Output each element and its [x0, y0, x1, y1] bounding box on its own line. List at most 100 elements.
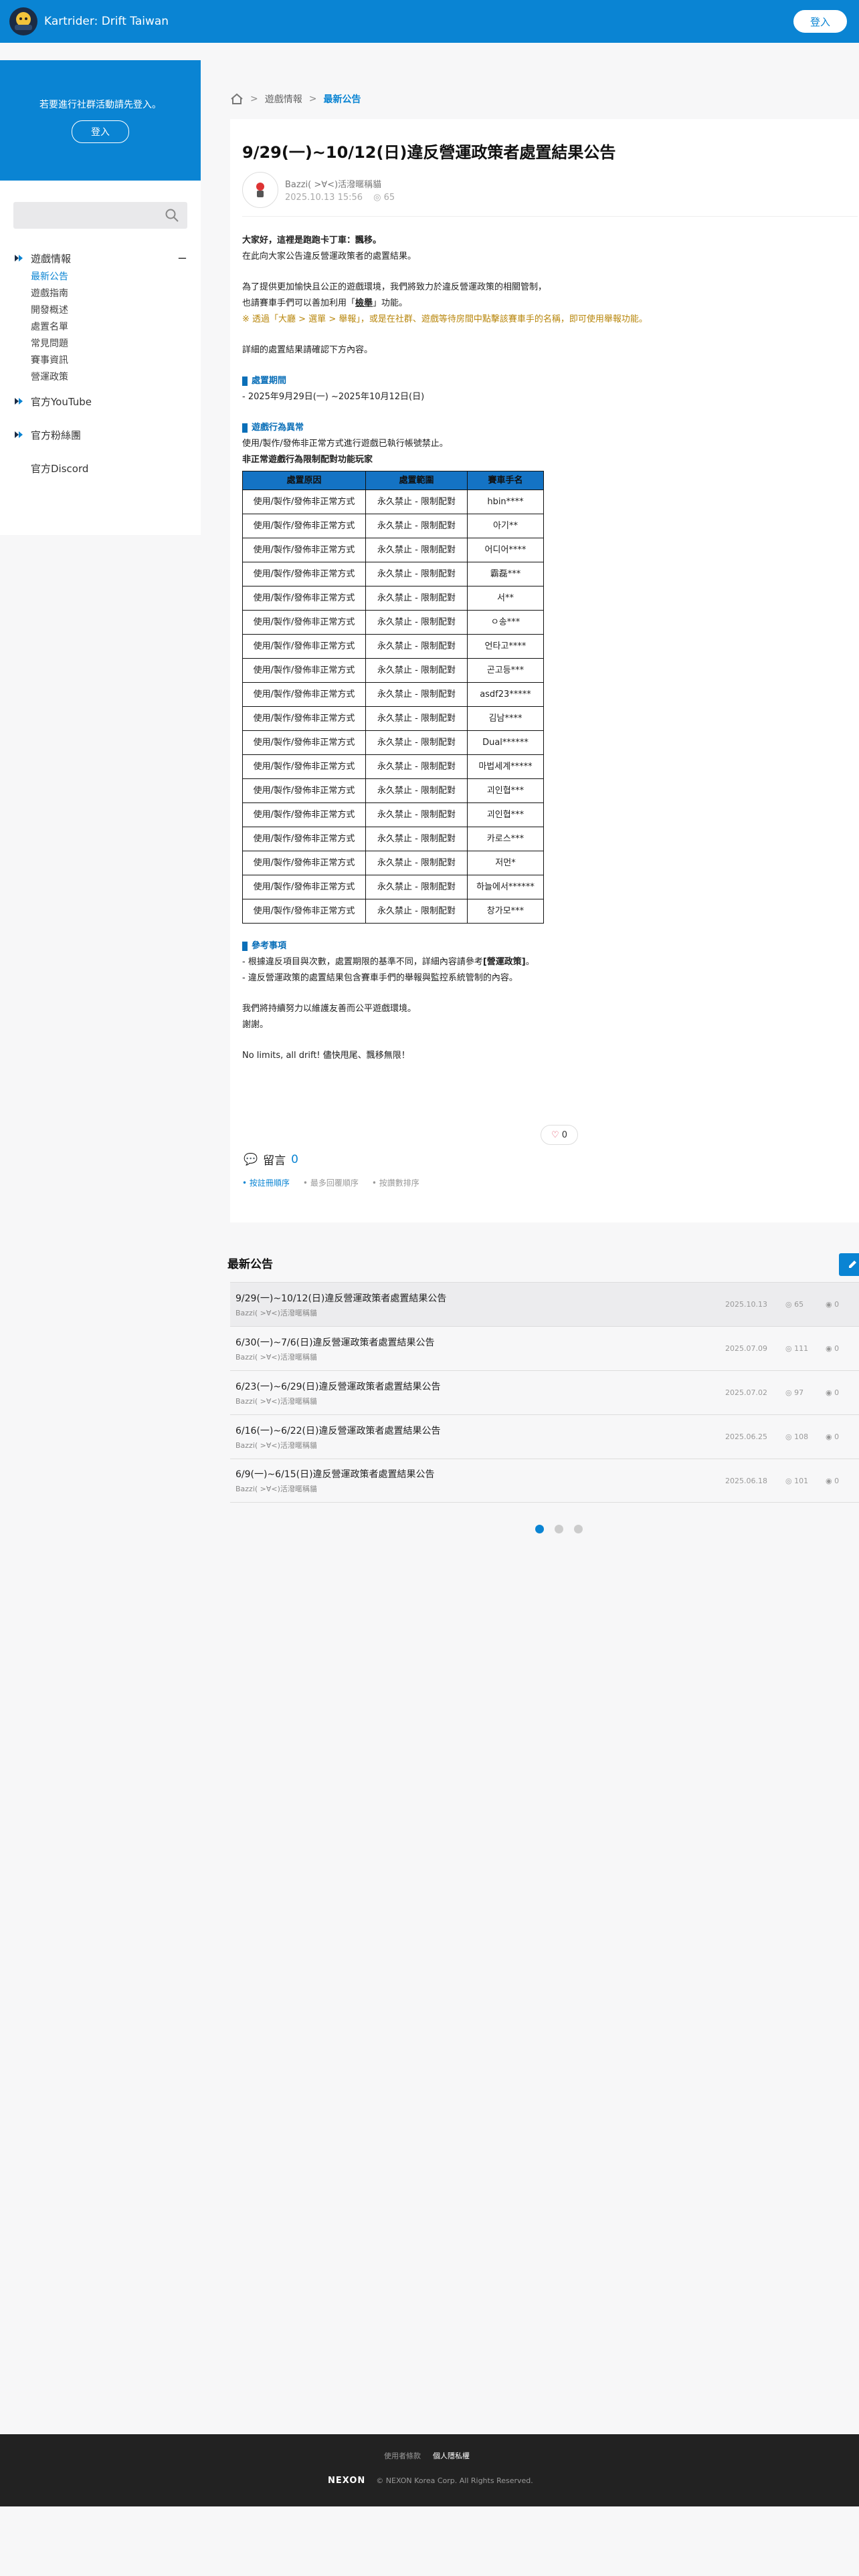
eye-icon: ◎: [785, 1300, 795, 1309]
racer-name-cell: 괴인협***: [467, 778, 544, 803]
search-input[interactable]: [13, 202, 187, 229]
avatar[interactable]: [242, 172, 278, 208]
table-row: 使用/製作/發佈非正常方式 永久禁止 - 限制配對 카로스***: [242, 827, 544, 851]
sidebar-login-button[interactable]: 登入: [72, 120, 129, 143]
racer-name-cell: 카로스***: [467, 827, 544, 851]
sort-by-replies[interactable]: • 最多回覆順序: [303, 1177, 359, 1188]
breadcrumb-level1[interactable]: 遊戲情報: [265, 92, 302, 106]
post-date: 2025.10.13 15:56: [285, 193, 363, 203]
list-item[interactable]: 9/29(一)~10/12(日)違反營運政策者處置結果公告 Bazzi( >∀<)…: [230, 1282, 859, 1326]
sidebar: 若要進行社群活動請先登入。 登入 遊戲情報 − 最新公告 遊戲指南 開發概述 處…: [0, 60, 201, 535]
scope-cell: 永久禁止 - 限制配對: [365, 490, 468, 514]
article: 9/29(一)~10/12(日)違反營運政策者處置結果公告 Bazzi( >∀<…: [230, 119, 859, 1222]
top-bar: Kartrider: Drift Taiwan 登入: [0, 0, 859, 43]
scope-cell: 永久禁止 - 限制配對: [365, 706, 468, 731]
table-row: 使用/製作/發佈非正常方式 永久禁止 - 限制配對 창가모***: [242, 899, 544, 924]
sort-label: 按讚數排序: [379, 1178, 419, 1188]
paragraph: 詳細的處置結果請確認下方內容。: [242, 345, 373, 355]
footer-links: 使用者條款 個人隱私權: [384, 2450, 482, 2461]
sidebar-item-discord[interactable]: 官方Discord: [0, 451, 201, 485]
scope-cell: 永久禁止 - 限制配對: [365, 875, 468, 899]
terms-link[interactable]: 使用者條款: [384, 2450, 421, 2461]
reason-cell: 使用/製作/發佈非正常方式: [242, 658, 366, 683]
text: 」功能。: [373, 298, 408, 308]
sidebar-item-game-guide[interactable]: 遊戲指南: [31, 284, 187, 301]
reason-cell: 使用/製作/發佈非正常方式: [242, 586, 366, 611]
list-item[interactable]: 6/30(一)~7/6(日)違反營運政策者處置結果公告 Bazzi( >∀<)活潑…: [230, 1326, 859, 1370]
scope-cell: 永久禁止 - 限制配對: [365, 634, 468, 659]
eye-icon: ◎: [785, 1344, 795, 1353]
comment-count: 0: [834, 1476, 840, 1485]
eye-icon: ◎: [785, 1388, 795, 1397]
article-body: 大家好，這裡是跑跑卡丁車：飄移。 在此向大家公告違反營運政策者的處置結果。 為了…: [242, 233, 847, 1064]
section-title: 遊戲行為異常: [242, 420, 847, 436]
latest-section-title: 最新公告: [227, 1258, 273, 1271]
racer-name-cell: 아기**: [467, 514, 544, 538]
list-item-comments: ◉ 0: [826, 1432, 839, 1441]
paragraph: 謝謝。: [242, 1020, 269, 1030]
post-meta: 2025.10.13 15:56 ◎ 65: [285, 193, 395, 203]
list-item-date: 2025.10.13: [725, 1300, 767, 1309]
breadcrumb: > 遊戲情報 > 最新公告: [230, 92, 361, 106]
page-dot[interactable]: [555, 1525, 563, 1533]
site-logo[interactable]: [9, 7, 37, 35]
sort-by-likes[interactable]: • 按讚數排序: [372, 1177, 419, 1188]
list-item[interactable]: 6/23(一)~6/29(日)違反營運政策者處置結果公告 Bazzi( >∀<)活…: [230, 1370, 859, 1414]
table-row: 使用/製作/發佈非正常方式 永久禁止 - 限制配對 Dual******: [242, 730, 544, 755]
sidebar-item-policy[interactable]: 營運政策: [31, 368, 187, 385]
sidebar-item-sanction-list[interactable]: 處置名單: [31, 318, 187, 334]
login-prompt: 若要進行社群活動請先登入。: [39, 100, 161, 110]
login-button[interactable]: 登入: [793, 10, 847, 33]
racer-name-cell: 곤고등***: [467, 658, 544, 683]
list-item[interactable]: 6/16(一)~6/22(日)違反營運政策者處置結果公告 Bazzi( >∀<)活…: [230, 1414, 859, 1459]
sidebar-item-tournament[interactable]: 賽事資訊: [31, 351, 187, 368]
nexon-logo[interactable]: NEXON: [328, 2476, 365, 2486]
view-count: 65: [794, 1300, 804, 1309]
list-item-date: 2025.07.09: [725, 1344, 767, 1353]
racer-name-cell: 마법세계*****: [467, 754, 544, 779]
nav-group-header[interactable]: 遊戲情報 −: [13, 249, 187, 267]
report-note: ※ 透過「大廳 > 選單 > 舉報」，或是在社群、遊戲等待房間中點擊該賽車手的名…: [242, 314, 648, 324]
comment-header: 💬 留言 0: [244, 1151, 298, 1168]
racer-name-cell: hbin****: [467, 490, 544, 514]
sidebar-item-latest-news[interactable]: 最新公告: [31, 267, 187, 284]
collapse-icon[interactable]: −: [177, 251, 187, 265]
paragraph: 我們將持續努力以維護友善而公平遊戲環境。: [242, 1004, 417, 1014]
list-item-views: ◎ 65: [785, 1300, 803, 1309]
reason-cell: 使用/製作/發佈非正常方式: [242, 754, 366, 779]
reason-cell: 使用/製作/發佈非正常方式: [242, 634, 366, 659]
racer-name-cell: 저먼*: [467, 851, 544, 875]
page-dot[interactable]: [535, 1525, 544, 1533]
breadcrumb-current[interactable]: 最新公告: [323, 92, 361, 106]
policy-link[interactable]: [營運政策]: [483, 957, 526, 967]
sidebar-item-fanpage[interactable]: 官方粉絲團: [0, 418, 201, 451]
privacy-link[interactable]: 個人隱私權: [433, 2450, 470, 2461]
site-title[interactable]: Kartrider: Drift Taiwan: [44, 15, 169, 28]
table-row: 使用/製作/發佈非正常方式 永久禁止 - 限制配對 霸磊***: [242, 562, 544, 586]
page-dot[interactable]: [574, 1525, 583, 1533]
period-text: - 2025年9月29日(一) ~2025年10月12日(日): [242, 392, 425, 402]
sidebar-item-youtube[interactable]: 官方YouTube: [0, 385, 201, 418]
paragraph: 也請賽車手們可以善加利用「檢舉」功能。: [242, 296, 847, 312]
author-name[interactable]: Bazzi( >∀<)活潑暱稱貓: [285, 177, 395, 190]
table-row: 使用/製作/發佈非正常方式 永久禁止 - 限制配對 어디어****: [242, 538, 544, 562]
reason-cell: 使用/製作/發佈非正常方式: [242, 802, 366, 827]
section-subtitle: 非正常遊戲行為限制配對功能玩家: [242, 455, 373, 465]
home-icon[interactable]: [230, 93, 244, 105]
write-button[interactable]: [839, 1253, 859, 1276]
sort-by-register[interactable]: • 按註冊順序: [242, 1177, 290, 1188]
table-row: 使用/製作/發佈非正常方式 永久禁止 - 限制配對 hbin****: [242, 490, 544, 514]
section-desc: 使用/製作/發佈非正常方式進行遊戲已執行帳號禁止。: [242, 439, 448, 449]
report-link[interactable]: 檢舉: [355, 298, 373, 308]
text: 也請賽車手們可以善加利用「: [242, 298, 356, 308]
text: - 根據違反項目與次數，處置期限的基準不同，詳細內容請參考: [242, 957, 483, 967]
reason-cell: 使用/製作/發佈非正常方式: [242, 778, 366, 803]
search-icon[interactable]: [165, 208, 179, 223]
sidebar-item-dev-overview[interactable]: 開發概述: [31, 301, 187, 318]
list-item[interactable]: 6/9(一)~6/15(日)違反營運政策者處置結果公告 Bazzi( >∀<)活潑…: [230, 1459, 859, 1503]
comment-icon: ◉: [826, 1476, 835, 1485]
comment-icon: ◉: [826, 1432, 835, 1441]
kart-icon: [15, 431, 23, 438]
sidebar-item-faq[interactable]: 常見問題: [31, 334, 187, 351]
like-button[interactable]: ♡ 0: [541, 1125, 578, 1145]
